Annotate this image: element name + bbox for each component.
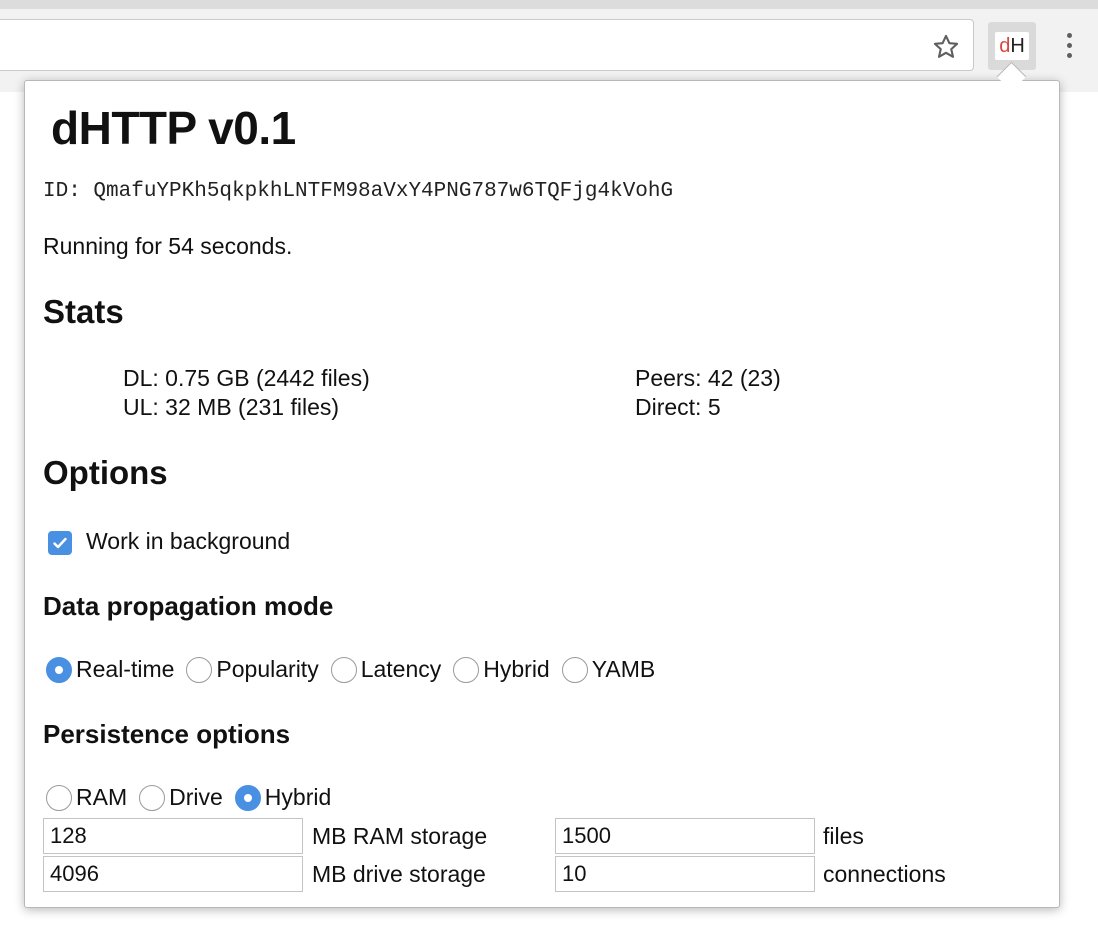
persistence-option-ram[interactable]: RAM (46, 784, 127, 811)
files-limit-input[interactable] (555, 818, 815, 854)
radio-label: Real-time (76, 656, 175, 682)
peer-id: ID: QmafuYPKh5qkpkhLNTFM98aVxY4PNG787w6T… (43, 180, 674, 203)
persistence-heading: Persistence options (43, 719, 291, 749)
download-stat: DL: 0.75 GB (2442 files) (123, 365, 370, 391)
radio-button[interactable] (186, 656, 213, 683)
direct-stat: Direct: 5 (635, 394, 721, 420)
propagation-option-yamb[interactable]: YAMB (561, 656, 656, 683)
address-bar[interactable] (0, 19, 974, 71)
connections-limit-input[interactable] (555, 856, 815, 892)
peers-stat: Peers: 42 (23) (635, 365, 781, 391)
propagation-heading: Data propagation mode (43, 591, 334, 621)
radio-label: Latency (360, 656, 442, 682)
propagation-mode-group: Real-time Popularity Latency Hybrid YAMB (46, 656, 667, 683)
radio-button[interactable] (453, 656, 480, 683)
radio-button[interactable] (46, 656, 72, 683)
propagation-option-hybrid[interactable]: Hybrid (453, 656, 550, 683)
radio-button[interactable] (234, 784, 261, 811)
checkmark-icon (53, 537, 67, 549)
connections-limit-unit: connections (823, 861, 946, 887)
radio-label: Hybrid (264, 784, 332, 810)
extension-icon-letter-d: d (999, 35, 1011, 57)
extension-icon-letter-h: H (1010, 35, 1025, 57)
radio-button[interactable] (46, 784, 72, 811)
propagation-option-popularity[interactable]: Popularity (186, 656, 319, 683)
radio-button[interactable] (330, 656, 357, 683)
work-in-background-checkbox[interactable] (48, 531, 72, 555)
radio-label: Drive (169, 784, 223, 810)
upload-stat: UL: 32 MB (231 files) (123, 394, 340, 420)
ram-storage-input[interactable] (43, 818, 303, 854)
star-icon[interactable] (928, 29, 964, 65)
files-limit-unit: files (823, 823, 864, 849)
drive-storage-input[interactable] (43, 856, 303, 892)
persistence-mode-group: RAM Drive Hybrid (46, 784, 343, 811)
persistence-option-drive[interactable]: Drive (139, 784, 223, 811)
radio-button[interactable] (139, 784, 166, 811)
persistence-option-hybrid[interactable]: Hybrid (234, 784, 332, 811)
radio-label: Hybrid (483, 656, 550, 682)
radio-label: RAM (76, 784, 128, 810)
propagation-option-realtime[interactable]: Real-time (46, 656, 174, 683)
extension-popup: dHTTP v0.1 ID: QmafuYPKh5qkpkhLNTFM98aVx… (24, 80, 1060, 908)
options-heading: Options (43, 454, 168, 491)
work-in-background-label[interactable]: Work in background (86, 528, 290, 555)
dhttp-extension-icon: dH (995, 32, 1029, 60)
radio-label: YAMB (591, 656, 656, 682)
propagation-option-latency[interactable]: Latency (330, 656, 442, 683)
stats-heading: Stats (43, 293, 124, 330)
radio-label: Popularity (216, 656, 319, 682)
running-status: Running for 54 seconds. (43, 233, 293, 259)
ram-storage-unit: MB RAM storage (312, 823, 488, 849)
radio-button[interactable] (561, 656, 588, 683)
popup-title: dHTTP v0.1 (51, 102, 296, 154)
drive-storage-unit: MB drive storage (312, 861, 486, 887)
more-vert-icon[interactable] (1054, 28, 1084, 62)
